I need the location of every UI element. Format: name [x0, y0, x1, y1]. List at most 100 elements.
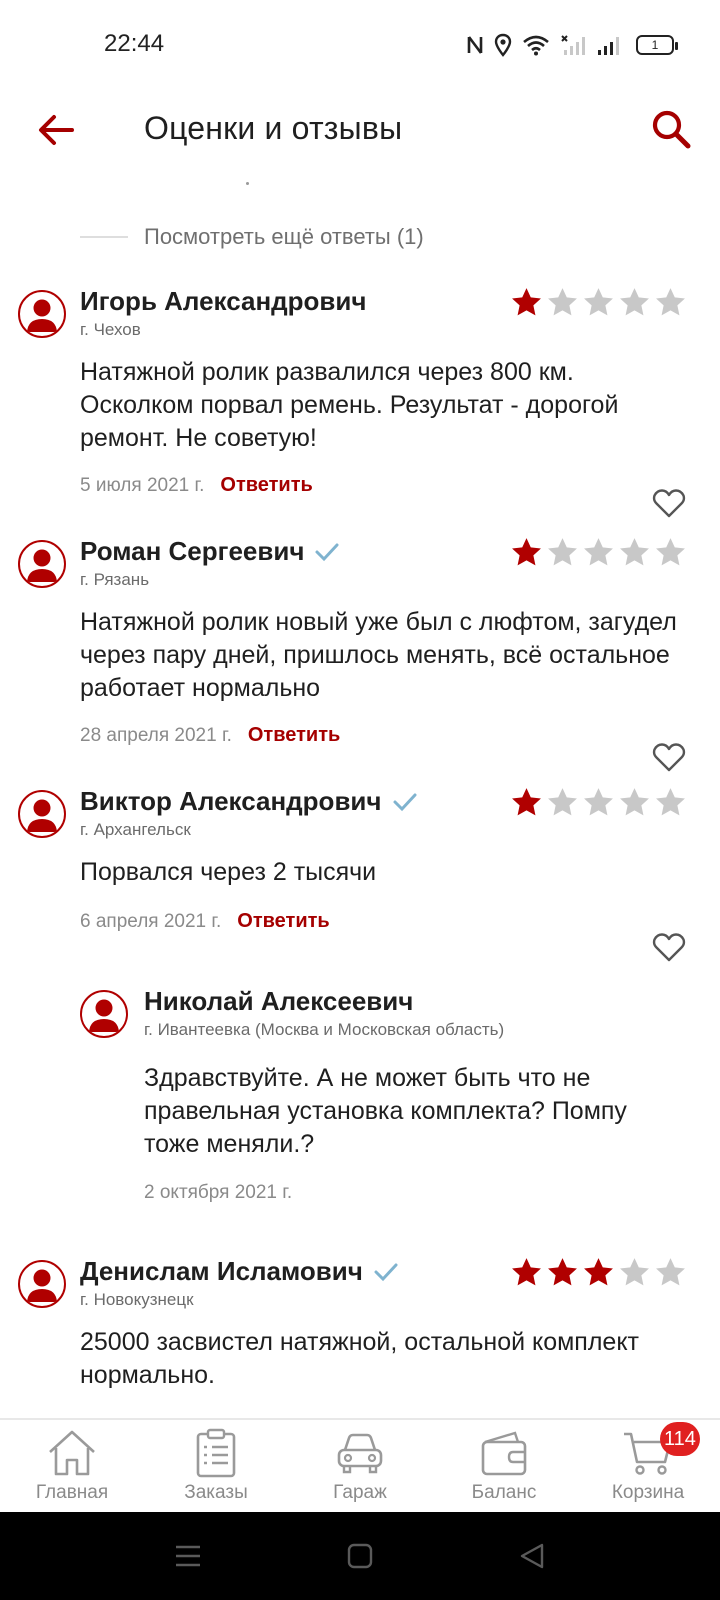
- rating-stars: [510, 786, 687, 819]
- reviewer-name: Игорь Александрович: [80, 286, 367, 316]
- nav-item-home[interactable]: Главная: [0, 1420, 144, 1514]
- star-empty-icon: [620, 538, 649, 566]
- bottom-navigation: Главная Заказы Гараж Баланс 114 Корзина: [0, 1418, 720, 1512]
- nfc-icon: [467, 36, 483, 54]
- star-empty-icon: [584, 788, 613, 816]
- nav-label: Корзина: [611, 1482, 685, 1503]
- back-triangle-icon[interactable]: [516, 1540, 548, 1572]
- star-empty-icon: [584, 538, 613, 566]
- battery-level: 1: [651, 38, 659, 52]
- home-square-icon[interactable]: [344, 1540, 376, 1572]
- answer-meta: 2 октября 2021 г.: [144, 1182, 292, 1204]
- avatar: [18, 1260, 66, 1308]
- review-date: 5 июля 2021 г.: [80, 474, 205, 496]
- star-empty-icon: [548, 538, 577, 566]
- answer-text: Здравствуйте. А не может быть что не пра…: [144, 1064, 627, 1158]
- verified-check-icon: [374, 1263, 398, 1281]
- nav-item-garage[interactable]: Гараж: [288, 1420, 432, 1514]
- reply-button[interactable]: Ответить: [248, 724, 340, 747]
- star-filled-icon: [584, 1258, 613, 1286]
- cart-count-badge: 114: [660, 1422, 700, 1456]
- review-meta: 28 апреля 2021 г. Ответить: [80, 724, 340, 747]
- review-text: 25000 засвистел натяжной, остальной комп…: [80, 1328, 640, 1389]
- arrow-left-icon[interactable]: [34, 108, 78, 152]
- rating-stars: [510, 286, 687, 319]
- user-icon: [89, 999, 119, 1032]
- status-time: 22:44: [104, 30, 165, 57]
- nav-label: Баланс: [471, 1482, 537, 1503]
- star-empty-icon: [656, 288, 685, 316]
- status-bar: 22:44 1: [0, 0, 720, 90]
- car-icon: [337, 1433, 383, 1474]
- reviewer-city: г. Новокузнецк: [80, 1290, 194, 1309]
- star-empty-icon: [620, 788, 649, 816]
- review-date: 6 апреля 2021 г.: [80, 910, 222, 932]
- rating-stars: [510, 536, 687, 569]
- star-filled-icon: [548, 1258, 577, 1286]
- nav-item-cart[interactable]: 114 Корзина: [576, 1420, 720, 1514]
- location-icon: [494, 33, 512, 57]
- verified-check-icon: [315, 543, 339, 561]
- heart-icon[interactable]: [652, 488, 686, 518]
- star-empty-icon: [548, 288, 577, 316]
- show-more-answers-button[interactable]: Посмотреть ещё ответы (1): [80, 224, 424, 250]
- page-title: Оценки и отзывы: [144, 110, 403, 146]
- avatar: [18, 540, 66, 588]
- answer-author-name: Николай Алексеевич: [144, 986, 414, 1016]
- avatar: [18, 790, 66, 838]
- signal-no-service-icon: [561, 35, 585, 55]
- rating-stars: [510, 1256, 687, 1289]
- user-icon: [27, 549, 57, 582]
- reviewer-name: Виктор Александрович: [80, 786, 418, 817]
- reviewer-city: г. Рязань: [80, 570, 150, 589]
- menu-icon[interactable]: [172, 1540, 204, 1572]
- system-navigation-bar: [0, 1512, 720, 1600]
- star-empty-icon: [656, 1258, 685, 1286]
- reviewer-city: г. Чехов: [80, 320, 141, 339]
- more-answers-line: [80, 236, 128, 238]
- nav-label: Заказы: [184, 1482, 248, 1503]
- review-meta: 5 июля 2021 г. Ответить: [80, 474, 313, 497]
- star-empty-icon: [584, 288, 613, 316]
- star-empty-icon: [620, 1258, 649, 1286]
- reviewer-name: Денислам Исламович: [80, 1256, 399, 1287]
- user-icon: [27, 799, 57, 832]
- battery-icon: 1: [636, 35, 678, 55]
- avatar: [18, 290, 66, 338]
- heart-icon[interactable]: [652, 932, 686, 962]
- verified-check-icon: [393, 793, 417, 811]
- wifi-icon: [523, 35, 549, 56]
- star-empty-icon: [656, 788, 685, 816]
- star-filled-icon: [512, 788, 541, 816]
- review-date: 28 апреля 2021 г.: [80, 724, 232, 746]
- review-text: Порвался через 2 тысячи: [80, 858, 377, 886]
- reply-button[interactable]: Ответить: [237, 910, 329, 933]
- search-icon[interactable]: [650, 108, 694, 152]
- reply-button[interactable]: Ответить: [220, 474, 312, 497]
- star-filled-icon: [512, 1258, 541, 1286]
- review-text: Натяжной ролик новый уже был с люфтом, з…: [80, 608, 677, 702]
- more-answers-label: Посмотреть ещё ответы (1): [144, 224, 424, 249]
- reviewer-name: Роман Сергеевич: [80, 536, 340, 567]
- nav-item-orders[interactable]: Заказы: [144, 1420, 288, 1514]
- nav-label: Главная: [35, 1482, 109, 1503]
- reviewer-city: г. Архангельск: [80, 820, 191, 839]
- heart-icon[interactable]: [652, 742, 686, 772]
- signal-icon: [598, 37, 619, 55]
- nav-label: Гараж: [333, 1482, 387, 1503]
- user-icon: [27, 299, 57, 332]
- status-icons: 1: [466, 32, 678, 58]
- app-header: Оценки и отзывы: [0, 90, 720, 170]
- answer-author-city: г. Ивантеевка (Москва и Московская облас…: [144, 1020, 505, 1039]
- answer-date: 2 октября 2021 г.: [144, 1182, 293, 1203]
- user-icon: [27, 1269, 57, 1302]
- divider-dot: [246, 182, 249, 185]
- review-text: Натяжной ролик развалился через 800 км. …: [80, 358, 619, 452]
- star-filled-icon: [512, 288, 541, 316]
- orders-icon: [196, 1428, 236, 1478]
- home-icon: [49, 1430, 95, 1476]
- wallet-icon: [481, 1431, 527, 1476]
- star-empty-icon: [656, 538, 685, 566]
- avatar: [80, 990, 128, 1038]
- nav-item-balance[interactable]: Баланс: [432, 1420, 576, 1514]
